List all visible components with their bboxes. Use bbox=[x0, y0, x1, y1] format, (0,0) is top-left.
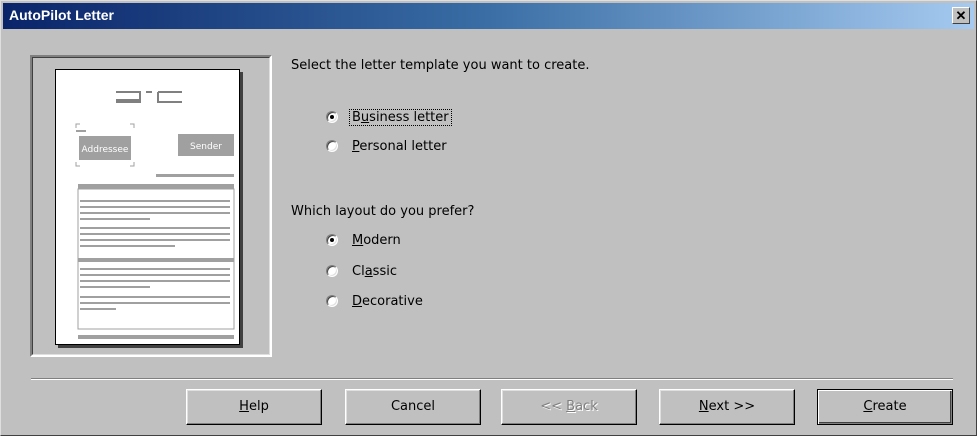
autopilot-letter-dialog: AutoPilot Letter ✕ Addressee Sender Sele… bbox=[0, 0, 977, 436]
layout-question: Which layout do you prefer? bbox=[291, 204, 475, 219]
cancel-button[interactable]: Cancel bbox=[345, 389, 481, 425]
help-button[interactable]: Help bbox=[186, 389, 322, 425]
create-button[interactable]: Create bbox=[817, 389, 953, 425]
letter-preview-page: Addressee Sender bbox=[55, 69, 240, 345]
addressee-label: Addressee bbox=[82, 145, 129, 155]
letter-preview-inner: Addressee Sender bbox=[32, 57, 270, 355]
personal-letter-label[interactable]: Personal letter bbox=[350, 139, 449, 154]
business-letter-radio-button[interactable] bbox=[326, 111, 338, 123]
personal-letter-radio-button[interactable] bbox=[326, 140, 338, 152]
letter-preview-graphic: Addressee Sender bbox=[75, 91, 235, 339]
classic-radio-button[interactable] bbox=[326, 265, 338, 277]
logo-graphic bbox=[116, 91, 182, 103]
next-button[interactable]: Next >> bbox=[659, 389, 795, 425]
radio-decorative[interactable]: Decorative bbox=[326, 291, 425, 311]
window-title: AutoPilot Letter bbox=[9, 7, 114, 23]
classic-label[interactable]: Classic bbox=[350, 264, 399, 279]
radio-modern[interactable]: Modern bbox=[326, 230, 403, 250]
radio-business-letter[interactable]: Business letter bbox=[326, 107, 452, 127]
body-text-lines bbox=[78, 200, 234, 339]
sender-label: Sender bbox=[190, 142, 222, 152]
close-button[interactable]: ✕ bbox=[952, 7, 970, 24]
letter-preview-frame: Addressee Sender bbox=[30, 55, 272, 357]
radio-personal-letter[interactable]: Personal letter bbox=[326, 136, 449, 156]
title-bar[interactable]: AutoPilot Letter ✕ bbox=[3, 3, 974, 29]
decorative-label[interactable]: Decorative bbox=[350, 294, 425, 309]
button-separator bbox=[31, 378, 953, 380]
business-letter-label[interactable]: Business letter bbox=[349, 108, 452, 126]
radio-classic[interactable]: Classic bbox=[326, 261, 399, 281]
modern-label[interactable]: Modern bbox=[350, 233, 403, 248]
template-question: Select the letter template you want to c… bbox=[291, 58, 590, 73]
decorative-radio-button[interactable] bbox=[326, 295, 338, 307]
modern-radio-button[interactable] bbox=[326, 234, 338, 246]
back-button[interactable]: << Back bbox=[501, 389, 637, 425]
